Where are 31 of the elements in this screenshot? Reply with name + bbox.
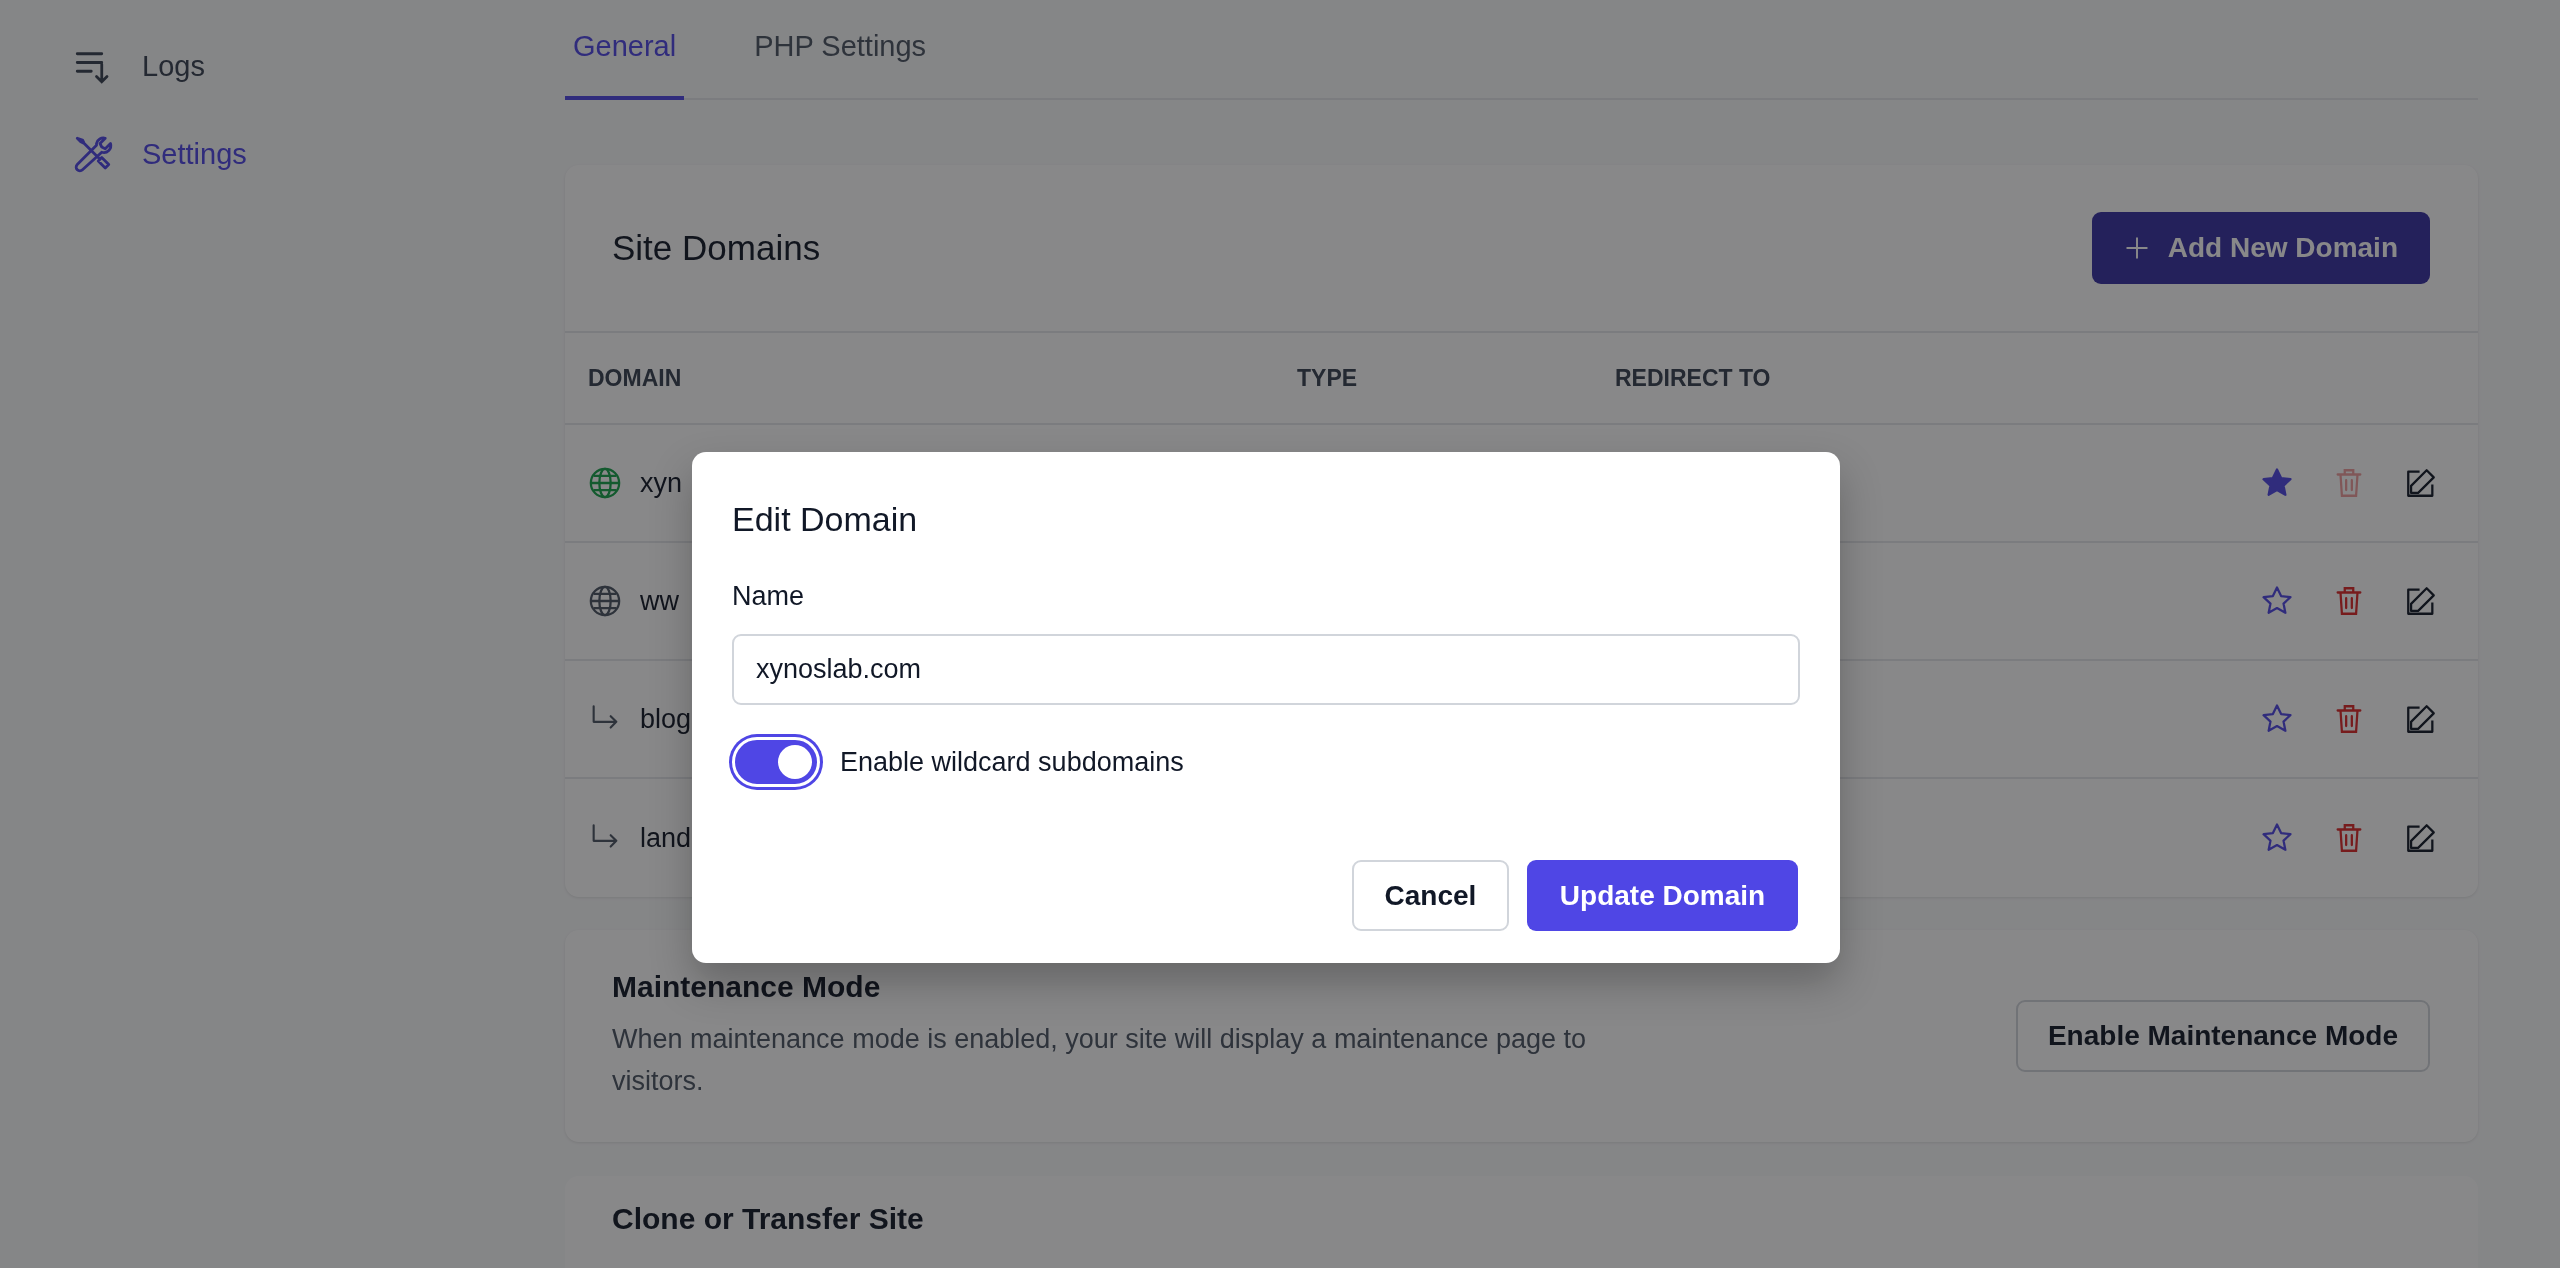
edit-icon[interactable] — [2404, 584, 2438, 618]
dialog-title: Edit Domain — [732, 500, 919, 539]
globe-icon — [588, 584, 622, 618]
wildcard-toggle[interactable] — [732, 737, 820, 787]
card-title: Clone or Transfer Site — [612, 1202, 925, 1237]
tab[interactable]: PHP Settings — [746, 0, 935, 100]
edit-icon[interactable] — [2404, 702, 2438, 736]
name-input-field[interactable]: xynoslab.com — [732, 634, 1800, 705]
domain-text: blog — [640, 703, 692, 735]
field-label: Name — [732, 581, 806, 612]
tab[interactable]: General — [565, 0, 685, 100]
add-domain-button[interactable]: Add New Domain — [2091, 212, 2430, 284]
column-header: DOMAIN — [588, 364, 682, 392]
edit-icon[interactable] — [2404, 466, 2438, 500]
toggle-label: Enable wildcard subdomains — [840, 746, 1184, 778]
column-header: REDIRECT TO — [1615, 364, 1771, 392]
sidebar-item[interactable]: Logs — [72, 45, 205, 87]
column-header: TYPE — [1297, 364, 1358, 392]
domain-text: xyn — [640, 467, 683, 499]
card-description: When maintenance mode is enabled, your site will display a maintenance page to visitors. — [612, 1023, 1588, 1099]
domain-text: ww — [640, 585, 679, 617]
cancel-button[interactable]: Cancel — [1352, 860, 1509, 931]
domain-text: land — [640, 822, 692, 854]
sidebar-item[interactable]: Settings — [72, 133, 247, 175]
enable-maintenance-button[interactable]: Enable Maintenance Mode — [2015, 1000, 2430, 1073]
plus-icon — [2123, 235, 2150, 261]
card-title: Maintenance Mode — [612, 970, 882, 1005]
update-domain-button[interactable]: Update Domain — [1527, 860, 1798, 931]
card-title: Site Domains — [612, 228, 821, 268]
globe-icon — [588, 466, 622, 500]
edit-icon[interactable] — [2404, 821, 2438, 855]
